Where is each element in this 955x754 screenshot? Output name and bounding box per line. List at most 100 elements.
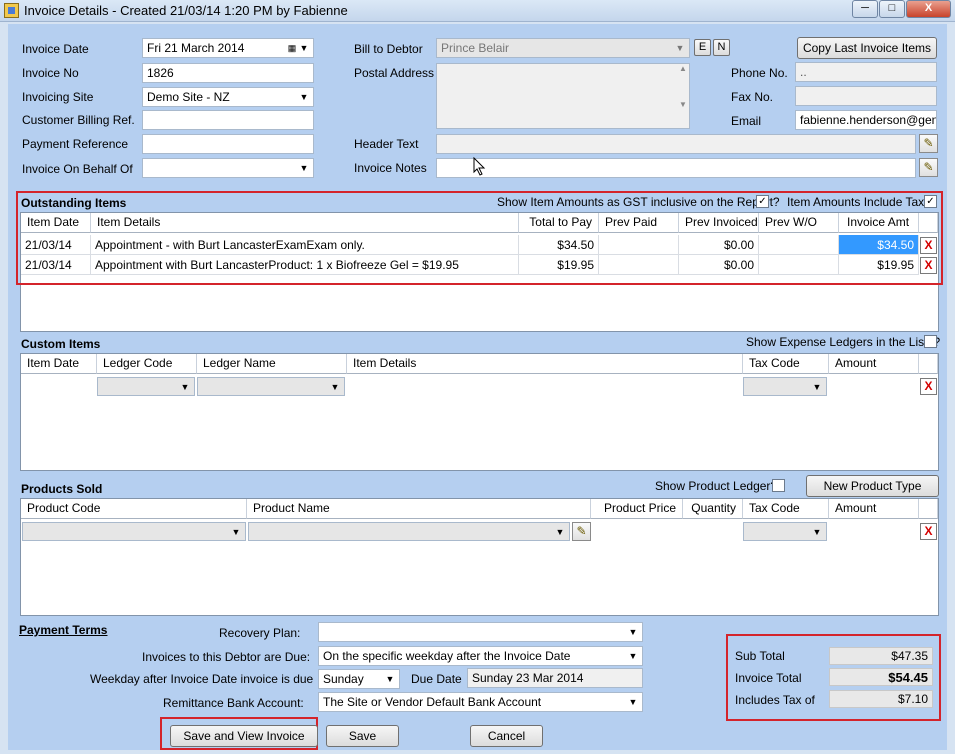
col-tax-code[interactable]: Tax Code [743,354,829,374]
sub-total-label: Sub Total [735,649,785,663]
chevron-down-icon: ▼ [555,527,565,537]
show-product-ledger-label: Show Product Ledger? [655,479,778,493]
bank-account-select[interactable]: The Site or Vendor Default Bank Account ▼ [318,692,643,712]
due-rule-value: On the specific weekday after the Invoic… [323,649,571,663]
col-ledger-name[interactable]: Ledger Name [197,354,347,374]
new-debtor-button[interactable]: N [713,39,730,56]
close-button[interactable]: X [906,0,951,18]
postal-scrollbar[interactable]: ▲ ▼ [677,64,689,128]
new-product-type-button[interactable]: New Product Type [806,475,939,497]
highlight-outstanding [16,191,943,285]
col-product-name[interactable]: Product Name [247,499,591,519]
chevron-down-icon: ▼ [812,527,822,537]
ledger-code-select[interactable]: ▼ [97,377,195,396]
col-item-date[interactable]: Item Date [21,354,97,374]
custom-items-grid: Item Date Ledger Code Ledger Name Item D… [20,353,939,471]
pencil-icon[interactable]: ✎ [919,158,938,177]
payment-reference-label: Payment Reference [22,137,129,151]
show-product-ledger-checkbox[interactable] [772,479,785,492]
minimize-button[interactable]: ─ [852,0,878,18]
chevron-down-icon: ▼ [628,627,638,637]
invoicing-site-value: Demo Site - NZ [147,90,230,104]
due-rule-label: Invoices to this Debtor are Due: [142,650,311,664]
delete-row-icon[interactable]: X [920,378,937,395]
show-expense-label: Show Expense Ledgers in the Lists? [746,335,941,349]
tax-code-select[interactable]: ▼ [743,377,827,396]
weekday-label: Weekday after Invoice Date invoice is du… [90,672,314,686]
save-button[interactable]: Save [326,725,399,747]
product-code-select[interactable]: ▼ [22,522,246,541]
app-icon [4,3,19,18]
form-client-area: Invoice Date Fri 21 March 2014 ▦ ▼ Invoi… [8,24,947,750]
copy-last-invoice-button[interactable]: Copy Last Invoice Items [797,37,937,59]
behalf-of-label: Invoice On Behalf Of [22,162,133,176]
col-product-code[interactable]: Product Code [21,499,247,519]
recovery-plan-select[interactable]: ▼ [318,622,643,642]
includes-tax-value: $7.10 [829,690,933,708]
invoice-date-value: Fri 21 March 2014 [147,41,245,55]
delete-row-icon[interactable]: X [920,523,937,540]
fax-field[interactable] [795,86,937,106]
pencil-icon[interactable]: ✎ [919,134,938,153]
customer-billing-label: Customer Billing Ref. [22,113,135,127]
chevron-down-icon: ▼ [299,163,309,173]
fax-label: Fax No. [731,90,774,104]
col-amount[interactable]: Amount [829,499,919,519]
postal-address-field[interactable] [436,63,690,129]
header-text-label: Header Text [354,137,419,151]
due-date-field[interactable]: Sunday 23 Mar 2014 [467,668,643,688]
edit-debtor-button[interactable]: E [694,39,711,56]
payment-reference-field[interactable] [142,134,314,154]
chevron-down-icon: ▼ [675,43,685,53]
weekday-value: Sunday [323,672,364,686]
invoice-notes-label: Invoice Notes [354,161,427,175]
pencil-icon[interactable]: ✎ [572,522,591,541]
chevron-down-icon: ▼ [812,382,822,392]
bill-to-value: Prince Belair [441,41,510,55]
col-ledger-code[interactable]: Ledger Code [97,354,197,374]
invoice-no-label: Invoice No [22,66,79,80]
product-name-select[interactable]: ▼ [248,522,570,541]
behalf-of-select[interactable]: ▼ [142,158,314,178]
due-date-label: Due Date [411,672,462,686]
recovery-plan-label: Recovery Plan: [219,626,301,640]
col-tax-code[interactable]: Tax Code [743,499,829,519]
show-expense-checkbox[interactable] [924,335,937,348]
chevron-down-icon[interactable]: ▼ [297,41,311,55]
phone-label: Phone No. [731,66,788,80]
save-and-view-button[interactable]: Save and View Invoice [170,725,318,747]
maximize-button[interactable]: □ [879,0,905,18]
chevron-down-icon: ▼ [299,92,309,102]
col-amount[interactable]: Amount [829,354,919,374]
col-quantity[interactable]: Quantity [683,499,743,519]
due-rule-select[interactable]: On the specific weekday after the Invoic… [318,646,643,666]
invoice-date-label: Invoice Date [22,42,89,56]
invoice-no-field[interactable]: 1826 [142,63,314,83]
col-delete [919,354,938,374]
tax-code-select[interactable]: ▼ [743,522,827,541]
chevron-down-icon: ▼ [628,651,638,661]
postal-address-label: Postal Address [354,66,435,80]
header-text-field[interactable] [436,134,916,154]
bill-to-label: Bill to Debtor [354,42,423,56]
cancel-button[interactable]: Cancel [470,725,543,747]
phone-field[interactable]: .. [795,62,937,82]
invoice-date-picker[interactable]: Fri 21 March 2014 ▦ ▼ [142,38,314,58]
products-sold-grid: Product Code Product Name Product Price … [20,498,939,616]
invoice-total-value: $54.45 [829,668,933,686]
invoice-notes-field[interactable] [436,158,916,178]
invoicing-site-label: Invoicing Site [22,90,94,104]
bill-to-select[interactable]: Prince Belair ▼ [436,38,690,58]
weekday-select[interactable]: Sunday ▼ [318,669,400,689]
col-product-price[interactable]: Product Price [591,499,683,519]
ledger-name-select[interactable]: ▼ [197,377,345,396]
bank-account-value: The Site or Vendor Default Bank Account [323,695,542,709]
email-field[interactable]: fabienne.henderson@gensol [795,110,937,130]
chevron-down-icon: ▼ [180,382,190,392]
mouse-cursor-icon [473,157,486,176]
col-item-details[interactable]: Item Details [347,354,743,374]
customer-billing-field[interactable] [142,110,314,130]
invoicing-site-select[interactable]: Demo Site - NZ ▼ [142,87,314,107]
window-title: Invoice Details - Created 21/03/14 1:20 … [24,3,348,18]
chevron-down-icon: ▼ [330,382,340,392]
